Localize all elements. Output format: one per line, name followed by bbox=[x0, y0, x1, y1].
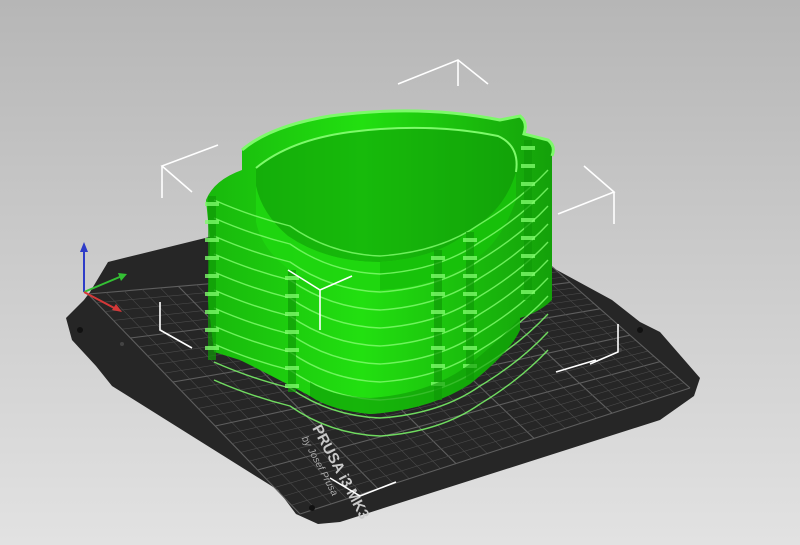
pillar-tab bbox=[205, 328, 219, 332]
pillar-tab bbox=[205, 310, 219, 314]
pillar-tab bbox=[285, 294, 299, 298]
bed-hole bbox=[120, 342, 124, 346]
3d-viewport[interactable]: PRUSA i3 MK3 by Josef Prusa bbox=[0, 0, 800, 545]
pillar-tab bbox=[521, 290, 535, 294]
pillar-tab bbox=[521, 200, 535, 204]
pillar-tab bbox=[463, 328, 477, 332]
pillar-tab bbox=[205, 292, 219, 296]
pillar-tab bbox=[431, 292, 445, 296]
pillar-tab bbox=[521, 146, 535, 150]
pillar-tab bbox=[285, 348, 299, 352]
pillar-tab bbox=[285, 384, 299, 388]
pillar-tab bbox=[521, 236, 535, 240]
pillar-tab bbox=[521, 182, 535, 186]
pillar-tab bbox=[521, 254, 535, 258]
pillar-tab bbox=[431, 328, 445, 332]
pillar-tab bbox=[205, 274, 219, 278]
pillar-tab bbox=[205, 202, 219, 206]
pillar-tab bbox=[285, 366, 299, 370]
pillar-tab bbox=[521, 164, 535, 168]
pillar-tab bbox=[205, 256, 219, 260]
pillar-tab bbox=[205, 238, 219, 242]
pillar-tab bbox=[431, 310, 445, 314]
pillar-tab bbox=[463, 346, 477, 350]
pillar-tab bbox=[463, 310, 477, 314]
pillar-tab bbox=[205, 220, 219, 224]
pillar-tab bbox=[521, 218, 535, 222]
support-pillar bbox=[466, 232, 474, 380]
pillar-tab bbox=[521, 272, 535, 276]
pillar-tab bbox=[285, 276, 299, 280]
pillar-tab bbox=[463, 274, 477, 278]
support-pillar bbox=[434, 250, 442, 400]
pillar-tab bbox=[205, 346, 219, 350]
pillar-tab bbox=[463, 256, 477, 260]
bed-hole bbox=[637, 327, 643, 333]
pillar-tab bbox=[285, 330, 299, 334]
pillar-tab bbox=[431, 274, 445, 278]
bed-hole bbox=[309, 505, 315, 511]
pillar-tab bbox=[463, 238, 477, 242]
pillar-tab bbox=[431, 346, 445, 350]
pillar-tab bbox=[285, 312, 299, 316]
pillar-tab bbox=[431, 364, 445, 368]
pillar-tab bbox=[431, 256, 445, 260]
bed-hole bbox=[77, 327, 83, 333]
pillar-tab bbox=[463, 292, 477, 296]
